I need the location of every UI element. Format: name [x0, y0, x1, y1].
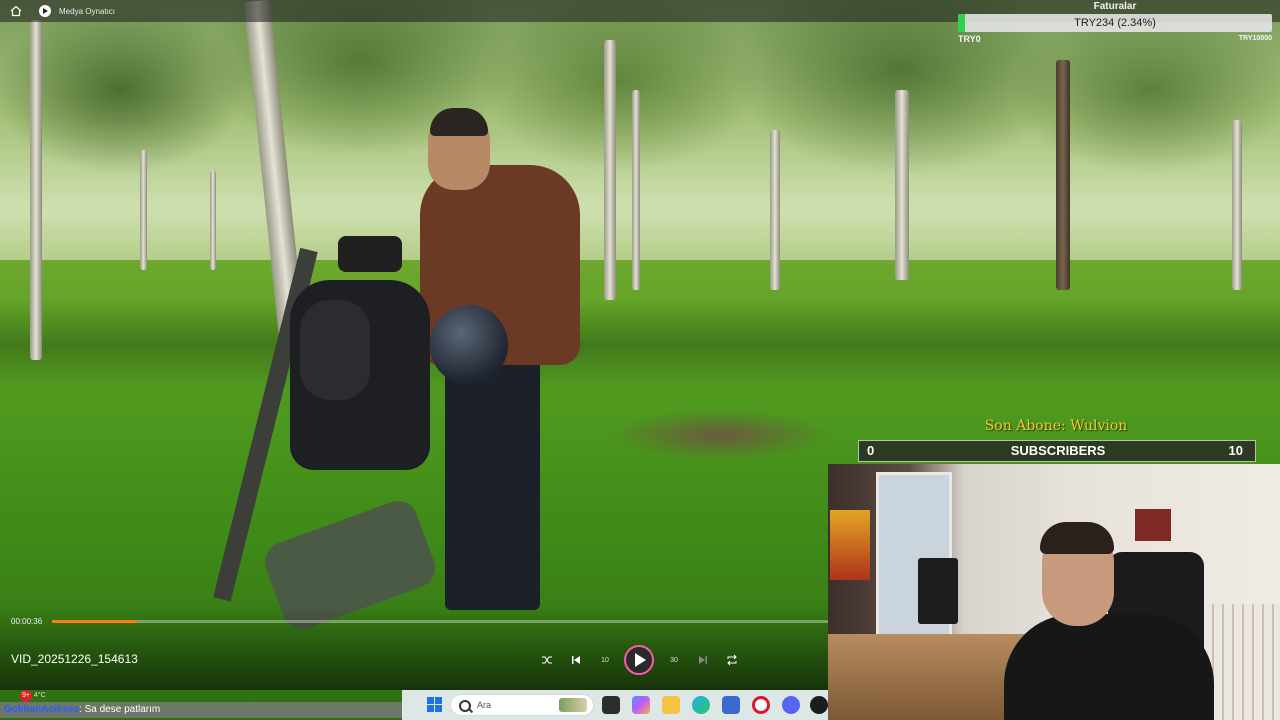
rewind-10-icon: 10: [601, 656, 609, 664]
forward-30-icon: 30: [670, 656, 678, 664]
chat-ticker: GokhanAcikses: Sa dese patlarım: [0, 702, 402, 718]
donation-progress-text: TRY234 (2.34%): [1074, 17, 1156, 29]
seek-bar-progress: [52, 620, 138, 623]
taskbar-search[interactable]: Ara: [450, 694, 594, 716]
shuffle-icon: [542, 656, 552, 664]
notification-badge: 9+: [20, 690, 32, 702]
donation-max-label: TRY10000: [1238, 35, 1272, 42]
window-title: Medya Oynatıcı: [59, 6, 116, 16]
donation-progress-bar: TRY234 (2.34%): [958, 14, 1272, 32]
search-highlight-image: [559, 698, 587, 712]
subscriber-goal-label: SUBSCRIBERS: [1010, 443, 1106, 458]
repeat-icon: [727, 654, 737, 666]
subscriber-goal-max: 10: [1228, 443, 1243, 458]
video-filename: VID_20251226_154613: [11, 652, 138, 666]
seek-bar[interactable]: [52, 620, 828, 623]
previous-icon: [572, 656, 580, 664]
previous-button[interactable]: [566, 650, 586, 670]
repeat-button[interactable]: [722, 650, 742, 670]
donation-min-label: TRY0: [958, 34, 981, 44]
start-icon[interactable]: [426, 696, 444, 714]
next-button[interactable]: [693, 650, 713, 670]
copilot-icon[interactable]: [632, 696, 650, 714]
rewind-10-button[interactable]: 10: [595, 650, 615, 670]
weather-temp: 4°C: [33, 692, 46, 699]
home-icon[interactable]: [9, 4, 23, 18]
search-icon: [459, 700, 471, 712]
play-icon: [635, 653, 646, 667]
forward-30-button[interactable]: 30: [664, 650, 684, 670]
opera-icon[interactable]: [752, 696, 770, 714]
latest-subscriber-label: Son Abone: Wulvion: [984, 418, 1128, 434]
next-icon: [699, 656, 707, 664]
subscriber-goal-bar: 0 SUBSCRIBERS 10: [858, 440, 1256, 462]
search-placeholder: Ara: [477, 700, 492, 710]
chat-message: : Sa dese patlarım: [79, 704, 161, 715]
discord-icon[interactable]: [782, 696, 800, 714]
shuffle-button[interactable]: [537, 650, 557, 670]
weather-widget[interactable]: 9+ 4°C: [2, 690, 48, 702]
store-icon[interactable]: [722, 696, 740, 714]
webcam-feed: [828, 464, 1280, 720]
task-view-icon[interactable]: [602, 696, 620, 714]
edge-icon[interactable]: [692, 696, 710, 714]
current-time: 00:00:36: [11, 617, 43, 626]
taskbar: Ara: [402, 690, 828, 720]
player-controls-backdrop: [0, 606, 828, 690]
chat-username: GokhanAcikses: [4, 704, 80, 715]
media-icon[interactable]: [810, 696, 828, 714]
donation-goal-widget: Faturalar TRY234 (2.34%) TRY0 TRY10000: [956, 0, 1274, 46]
file-explorer-icon[interactable]: [662, 696, 680, 714]
play-button[interactable]: [624, 645, 654, 675]
media-player-app-icon: [39, 5, 51, 17]
donation-goal-title: Faturalar: [1093, 1, 1137, 12]
